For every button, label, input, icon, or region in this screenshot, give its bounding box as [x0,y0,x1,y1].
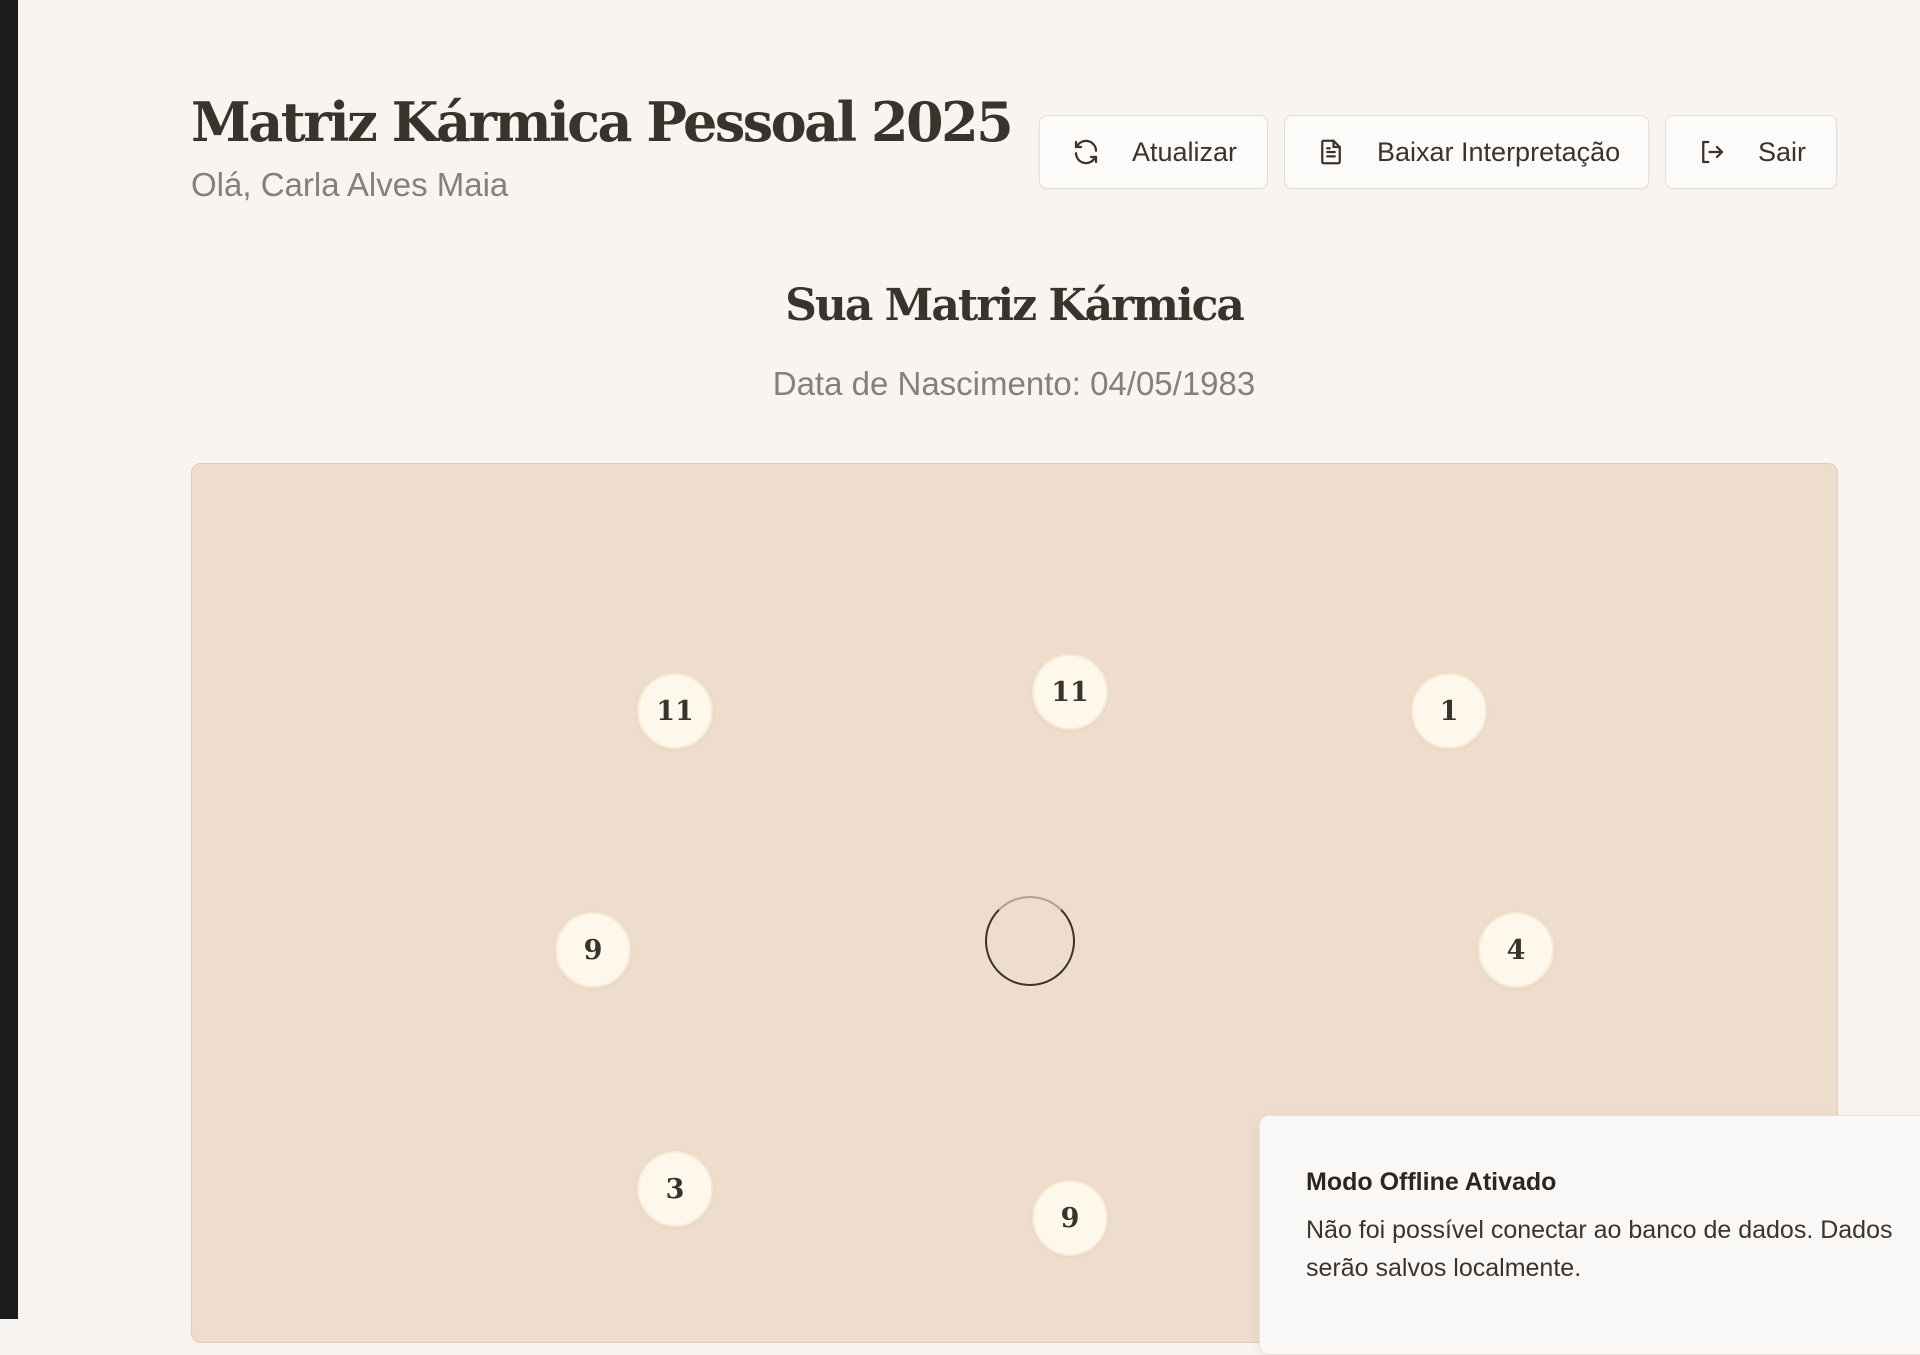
matrix-node-top: 11 [1032,654,1108,730]
matrix-node-bottom: 9 [1032,1180,1108,1256]
matrix-node-top-left: 11 [637,673,713,749]
matrix-node-right: 4 [1478,912,1554,988]
page: Matriz Kármica Pessoal 2025 Olá, Carla A… [18,0,1920,1355]
document-icon [1315,136,1347,168]
refresh-button[interactable]: Atualizar [1039,115,1268,189]
toast-message: Não foi possível conectar ao banco de da… [1306,1216,1893,1282]
download-interpretation-button[interactable]: Baixar Interpretação [1284,115,1649,189]
loading-spinner [985,896,1075,986]
refresh-icon [1070,136,1102,168]
user-greeting: Olá, Carla Alves Maia [191,166,509,203]
matrix-node-left: 9 [555,912,631,988]
offline-toast: Modo Offline Ativado Não foi possível co… [1259,1115,1920,1355]
refresh-button-label: Atualizar [1132,136,1238,167]
logout-button-label: Sair [1758,136,1807,167]
logout-icon [1696,136,1728,168]
birth-date: Data de Nascimento: 04/05/1983 [772,365,1256,402]
page-title: Matriz Kármica Pessoal 2025 [191,90,1014,154]
matrix-node-top-right: 1 [1411,673,1487,749]
matrix-node-bottom-left: 3 [637,1151,713,1227]
download-button-label: Baixar Interpretação [1377,136,1621,167]
logout-button[interactable]: Sair [1665,115,1837,189]
matrix-section-title: Sua Matriz Kármica [785,280,1245,331]
window-edge [0,0,18,1319]
toast-title: Modo Offline Ativado [1306,1168,1557,1196]
